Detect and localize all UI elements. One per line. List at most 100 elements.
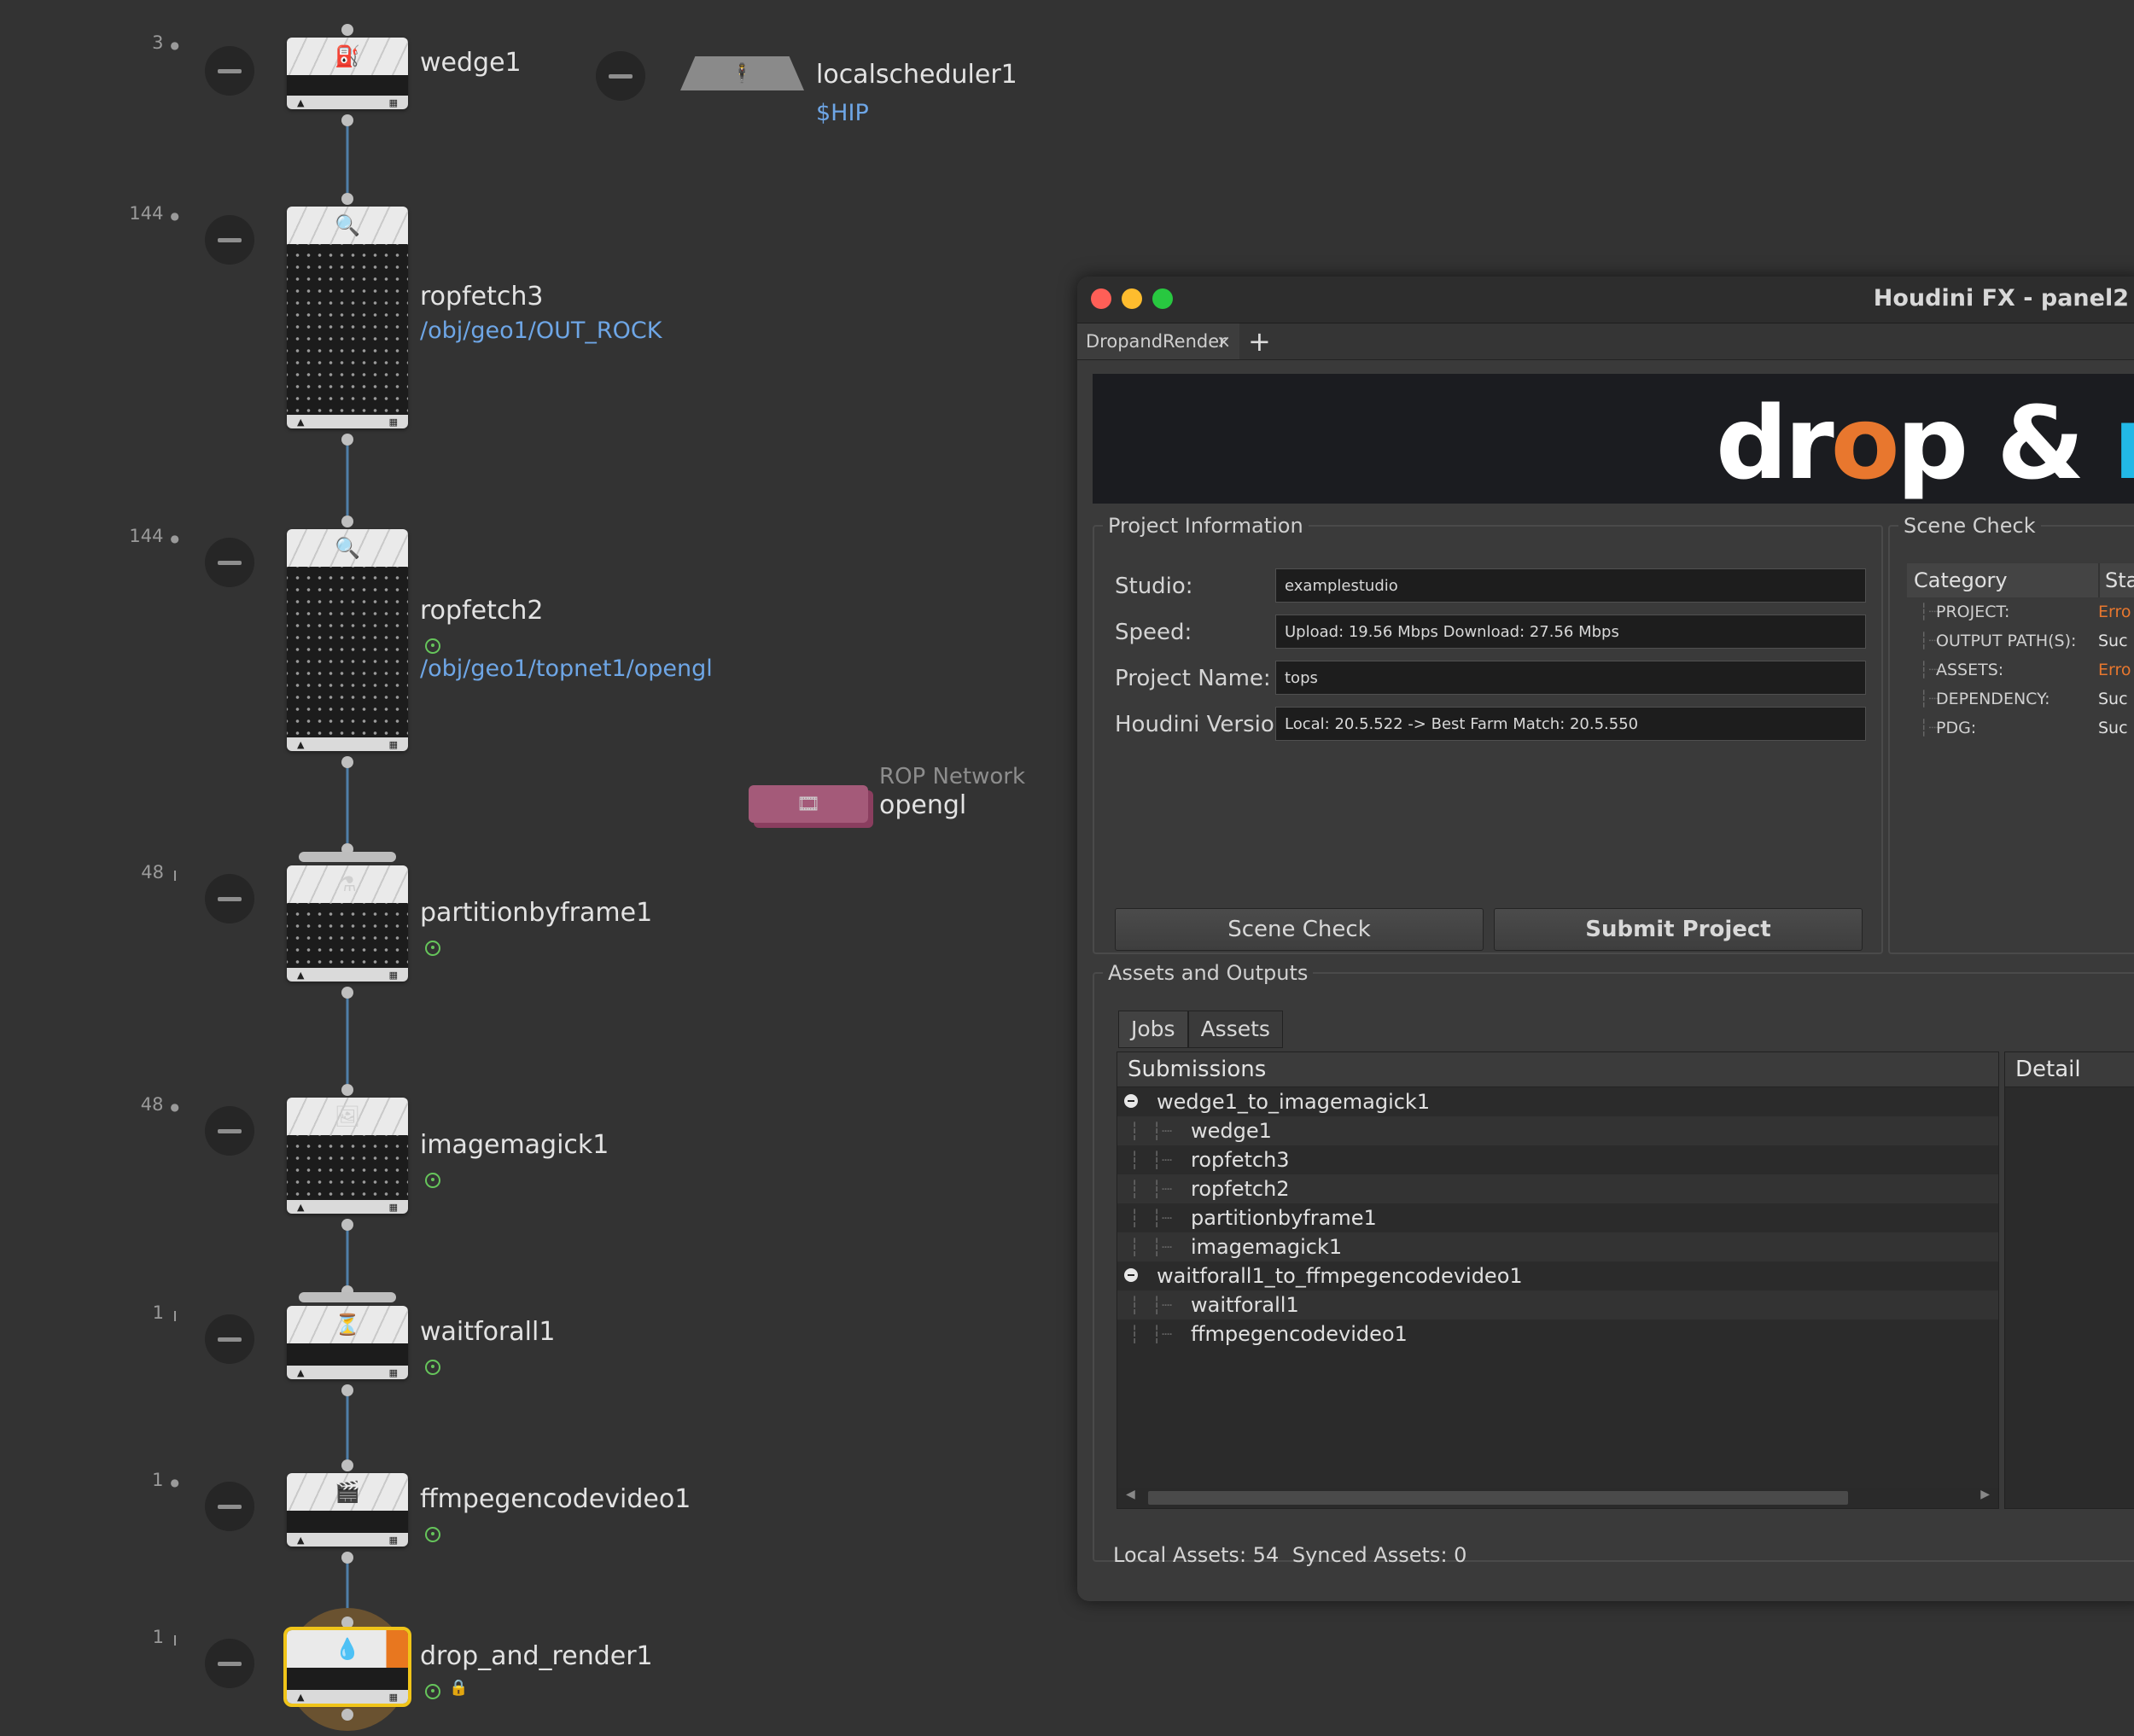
check-status: Suc: [2098, 690, 2128, 708]
add-tab-button[interactable]: +: [1248, 325, 1271, 358]
output-port[interactable]: [341, 1384, 353, 1396]
collapse-wedge1-button[interactable]: [205, 46, 254, 96]
synced-assets-label: Synced Assets:: [1291, 1543, 1448, 1567]
check-category: ASSETS:: [1936, 661, 2004, 679]
scene-check-button[interactable]: Scene Check: [1115, 908, 1484, 951]
submissions-tree[interactable]: Submissions wedge1_to_imagemagick1 ┆ ┆┈ wed…: [1117, 1052, 1999, 1509]
col-status: Sta: [2098, 563, 2134, 597]
scene-check-legend: Scene Check: [1904, 514, 2036, 538]
collapse-drop_and_render1-button[interactable]: [205, 1639, 254, 1688]
collapse-partitionbyframe1-button[interactable]: [205, 874, 254, 923]
submission-item[interactable]: ┆ ┆┈ ropfetch3: [1117, 1145, 1998, 1174]
collapse-icon[interactable]: [1124, 1268, 1138, 1282]
output-port[interactable]: [341, 114, 353, 126]
window-title: Houdini FX - panel2: [1873, 285, 2129, 312]
output-port[interactable]: [341, 1219, 353, 1231]
work-item-count: 144 ●: [129, 203, 179, 224]
input-port[interactable]: [341, 516, 353, 527]
collapse-waitforall1-button[interactable]: [205, 1314, 254, 1364]
scene-check-row[interactable]: ┆┈ PDG: Suc: [1907, 714, 2134, 743]
localscheduler-path: $HIP: [816, 100, 869, 126]
submission-group[interactable]: wedge1_to_imagemagick1: [1117, 1087, 1998, 1116]
input-port[interactable]: [341, 1617, 353, 1628]
scene-check-row[interactable]: ┆┈ OUTPUT PATH(S): Suc: [1907, 626, 2134, 655]
scroll-left-icon[interactable]: ◀: [1126, 1488, 1135, 1501]
collapse-ffmpegencodevideo1-button[interactable]: [205, 1482, 254, 1531]
window-titlebar[interactable]: Houdini FX - panel2: [1077, 277, 2134, 323]
node-imagemagick1[interactable]: 🖼 ▲ ▦: [287, 1098, 408, 1214]
cooked-status-icon: [425, 941, 440, 956]
node-ropfetch3[interactable]: 🔍 ▲ ▦: [287, 207, 408, 428]
close-window-button[interactable]: [1091, 288, 1111, 309]
node-waitforall1[interactable]: ⏳ ▲ ▦: [287, 1306, 408, 1379]
input-port[interactable]: [341, 193, 353, 205]
submit-project-button[interactable]: Submit Project: [1494, 908, 1863, 951]
output-port[interactable]: [341, 987, 353, 999]
input-port[interactable]: [341, 24, 353, 36]
field-row: Project Name: tops: [1115, 661, 1866, 698]
houdini-panel-window[interactable]: Houdini FX - panel2 DropandRender × + dr…: [1077, 277, 2134, 1601]
scheduler-icon: 🕴: [730, 62, 755, 84]
submission-item[interactable]: ┆ ┆┈ imagemagick1: [1117, 1232, 1998, 1261]
output-port[interactable]: [341, 756, 353, 768]
localscheduler-label: localscheduler1: [816, 60, 1017, 90]
cooked-status-icon: [425, 1360, 440, 1375]
ropfetch-icon: 🔍: [335, 536, 360, 560]
input-port[interactable]: [341, 1084, 353, 1096]
node-ffmpegencodevideo1[interactable]: 🎬 ▲ ▦: [287, 1473, 408, 1547]
submission-item-label: ropfetch3: [1191, 1148, 1290, 1172]
localscheduler-node[interactable]: 🕴: [680, 56, 804, 90]
work-item-count: 1 ●: [152, 1470, 179, 1490]
tab-assets[interactable]: Assets: [1187, 1011, 1283, 1048]
submission-item[interactable]: ┆ ┆┈ waitforall1: [1117, 1290, 1998, 1319]
scrollbar-thumb[interactable]: [1148, 1491, 1848, 1505]
output-port[interactable]: [341, 434, 353, 446]
field-label: Project Name:: [1115, 666, 1271, 691]
tab-dropandrender[interactable]: DropandRender ×: [1077, 323, 1239, 359]
collapse-icon[interactable]: [1124, 1094, 1138, 1108]
scene-check-row[interactable]: ┆┈ DEPENDENCY: Suc: [1907, 684, 2134, 714]
field-value[interactable]: examplestudio: [1275, 568, 1866, 603]
submission-item[interactable]: ┆ ┆┈ wedge1: [1117, 1116, 1998, 1145]
scene-check-group: Scene Check Category Sta ┆┈ PROJECT: Erro ┆…: [1888, 514, 2134, 954]
minimize-window-button[interactable]: [1122, 288, 1142, 309]
node-drop_and_render1[interactable]: 💧 ▲ ▦: [283, 1627, 411, 1707]
collapse-imagemagick1-button[interactable]: [205, 1106, 254, 1156]
node-partitionbyframe1[interactable]: ⚗ ▲ ▦: [287, 865, 408, 982]
close-tab-icon[interactable]: ×: [1216, 331, 1231, 352]
field-value[interactable]: Local: 20.5.522 -> Best Farm Match: 20.5…: [1275, 707, 1866, 741]
local-assets-value: 54: [1252, 1543, 1280, 1567]
submission-item[interactable]: ┆ ┆┈ ropfetch2: [1117, 1174, 1998, 1203]
scheduler-collapse-button[interactable]: [596, 51, 645, 101]
node-ropfetch2[interactable]: 🔍 ▲ ▦: [287, 529, 408, 751]
field-row: Speed: Upload: 19.56 Mbps Download: 27.56…: [1115, 615, 1866, 652]
dropandrender-banner: drop & ren: [1093, 374, 2134, 504]
horizontal-scrollbar[interactable]: ◀ ▶: [1117, 1488, 1998, 1508]
collapse-ropfetch2-button[interactable]: [205, 538, 254, 587]
submission-item-label: ropfetch2: [1191, 1177, 1290, 1201]
lock-icon: 🔒: [449, 1679, 469, 1697]
imagemagick-icon: 🖼: [334, 1104, 361, 1128]
submission-item[interactable]: ┆ ┆┈ partitionbyframe1: [1117, 1203, 1998, 1232]
node-label-waitforall1: waitforall1: [420, 1317, 556, 1347]
output-port[interactable]: [341, 1552, 353, 1564]
output-port[interactable]: [341, 1709, 353, 1721]
cooked-status-icon: [425, 1173, 440, 1188]
scene-check-row[interactable]: ┆┈ PROJECT: Erro: [1907, 597, 2134, 626]
tab-jobs[interactable]: Jobs: [1118, 1011, 1188, 1048]
submission-group[interactable]: waitforall1_to_ffmpegencodevideo1: [1117, 1261, 1998, 1290]
input-port[interactable]: [341, 1459, 353, 1471]
rop-network-node[interactable]: 🎞: [749, 785, 868, 823]
work-item-count: 48 ●: [140, 1094, 179, 1115]
zoom-window-button[interactable]: [1152, 288, 1173, 309]
field-value[interactable]: Upload: 19.56 Mbps Download: 27.56 Mbps: [1275, 615, 1866, 649]
work-item-count: 144 ●: [129, 526, 179, 546]
submission-item[interactable]: ┆ ┆┈ ffmpegencodevideo1: [1117, 1319, 1998, 1349]
cooked-status-icon: [425, 1527, 440, 1542]
scene-check-row[interactable]: ┆┈ ASSETS: Erro: [1907, 655, 2134, 684]
scroll-right-icon[interactable]: ▶: [1980, 1488, 1990, 1501]
field-value[interactable]: tops: [1275, 661, 1866, 695]
project-information-legend: Project Information: [1108, 514, 1303, 538]
collapse-ropfetch3-button[interactable]: [205, 215, 254, 265]
node-wedge1[interactable]: ⛽ ▲ ▦: [287, 38, 408, 109]
